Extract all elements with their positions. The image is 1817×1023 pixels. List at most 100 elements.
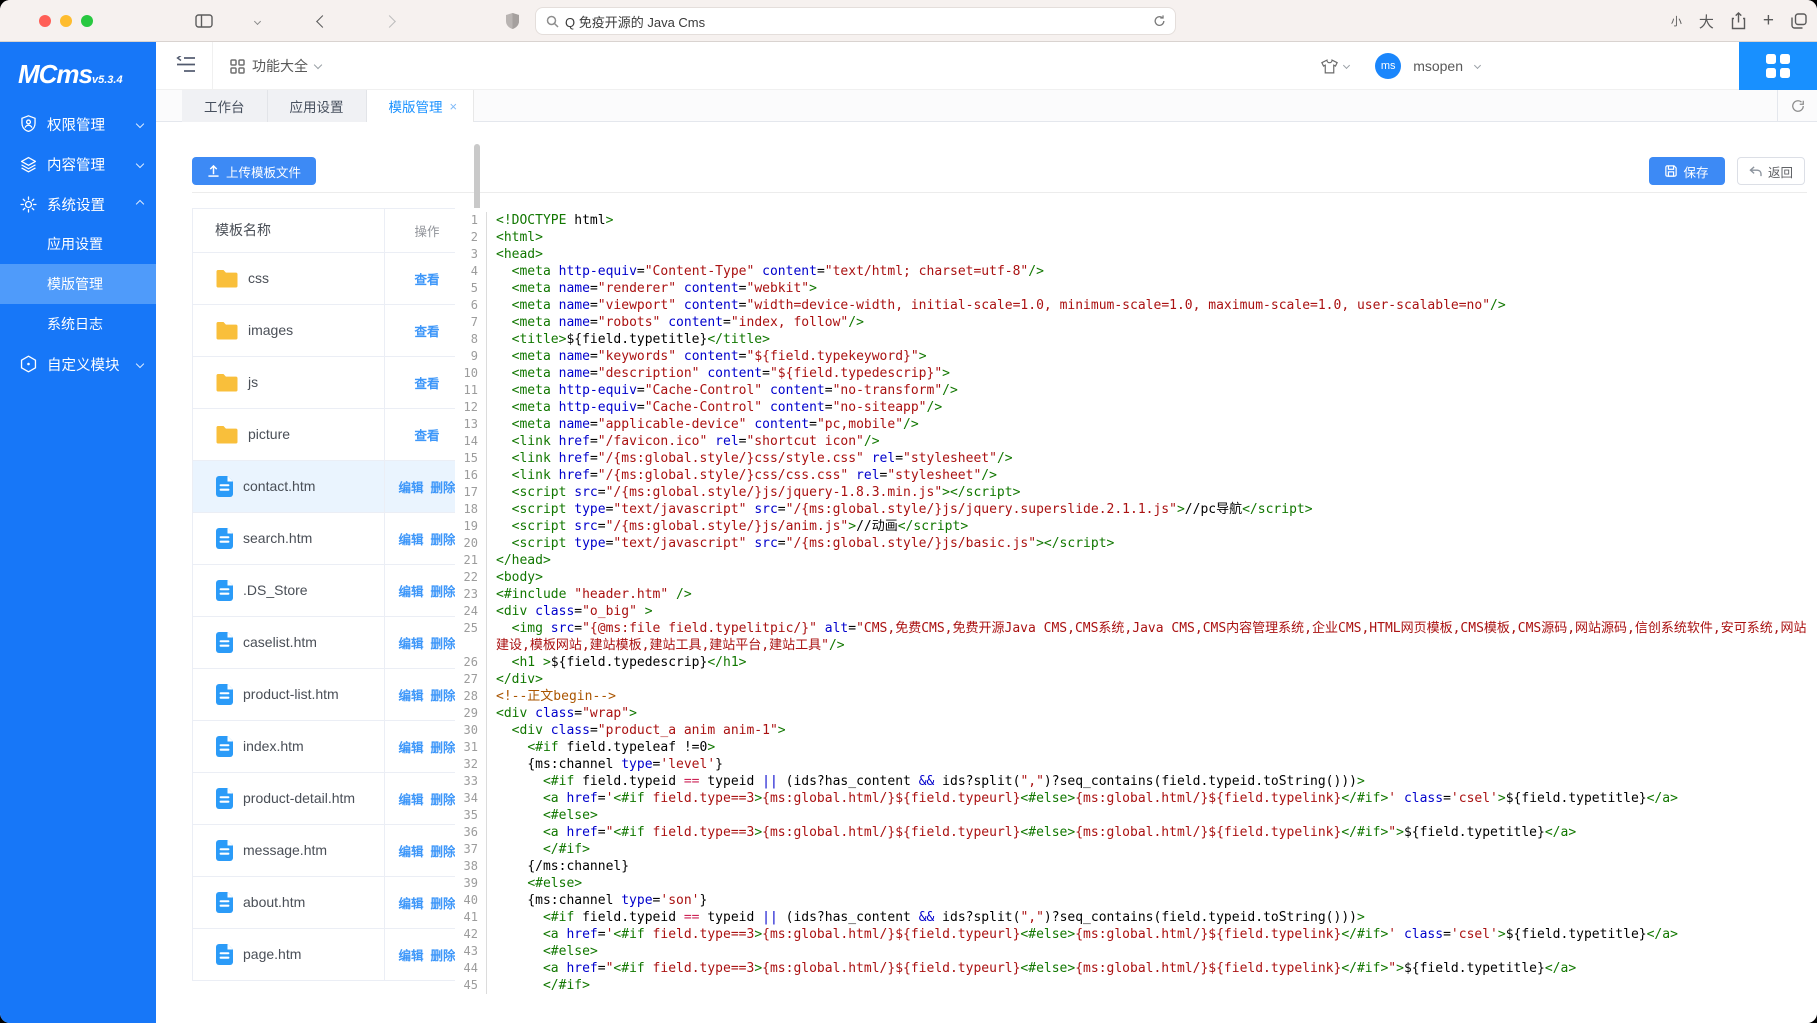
sidebar-item-1[interactable]: 内容管理 [0, 144, 156, 184]
code-text[interactable]: <meta name="viewport" content="width=dev… [487, 297, 1817, 314]
tab-overview-icon[interactable] [1791, 13, 1807, 29]
back-button[interactable] [318, 0, 327, 42]
code-text[interactable]: <a href="<#if field.type==3>{ms:global.h… [487, 960, 1817, 977]
action-link[interactable]: 查看 [414, 321, 439, 340]
action-link[interactable]: 删除 [431, 633, 456, 652]
code-text[interactable]: <meta name="renderer" content="webkit"> [487, 280, 1817, 297]
code-text[interactable]: <a href="<#if field.type==3>{ms:global.h… [487, 824, 1817, 841]
code-text[interactable]: {ms:channel type='level'} [487, 756, 1817, 773]
tab-group-chevron-icon[interactable] [255, 0, 260, 42]
code-text[interactable]: {ms:channel type='son'} [487, 892, 1817, 909]
code-text[interactable]: <meta name="description" content="${fiel… [487, 365, 1817, 382]
sidebar-subitem-3[interactable]: 应用设置 [0, 224, 156, 264]
code-text[interactable]: <#else> [487, 875, 1817, 892]
code-text[interactable]: <script src="/{ms:global.style/}js/jquer… [487, 484, 1817, 501]
sidebar-subitem-4[interactable]: 模版管理 [0, 264, 156, 304]
refresh-tab-icon[interactable] [1777, 90, 1817, 122]
table-row-.DS_Store[interactable]: .DS_Store编辑删除 [193, 565, 469, 617]
code-text[interactable]: <head> [487, 246, 1817, 263]
action-link[interactable]: 查看 [414, 373, 439, 392]
code-text[interactable]: <title>${field.typetitle}</title> [487, 331, 1817, 348]
table-row-js[interactable]: js查看 [193, 357, 469, 409]
action-link[interactable]: 删除 [431, 685, 456, 704]
table-row-product-detail.htm[interactable]: product-detail.htm编辑删除 [193, 773, 469, 825]
tab-0[interactable]: 工作台 [182, 90, 268, 122]
tab-1[interactable]: 应用设置 [268, 90, 367, 122]
table-row-images[interactable]: images查看 [193, 305, 469, 357]
code-text[interactable]: <div class="wrap"> [487, 705, 1817, 722]
code-text[interactable]: </head> [487, 552, 1817, 569]
action-link[interactable]: 编辑 [398, 581, 423, 600]
code-text[interactable]: <#if field.typeleaf !=0> [487, 739, 1817, 756]
tab-2[interactable]: 模版管理× [367, 90, 475, 122]
code-text[interactable]: <script type="text/javascript" src="/{ms… [487, 501, 1817, 518]
close-tab-icon[interactable]: × [450, 100, 458, 113]
action-link[interactable]: 编辑 [398, 841, 423, 860]
code-text[interactable]: <meta name="applicable-device" content="… [487, 416, 1817, 433]
username-label[interactable]: msopen [1413, 58, 1463, 74]
code-text[interactable]: <#include "header.htm" /> [487, 586, 1817, 603]
upload-template-button[interactable]: 上传模板文件 [192, 157, 316, 185]
code-text[interactable]: <link href="/{ms:global.style/}css/css.c… [487, 467, 1817, 484]
code-text[interactable]: <link href="/{ms:global.style/}css/style… [487, 450, 1817, 467]
new-tab-icon[interactable]: + [1763, 10, 1774, 32]
code-text[interactable]: <div class="product_a anim anim-1"> [487, 722, 1817, 739]
code-text[interactable]: <img src="{@ms:file field.typelitpic/}" … [487, 620, 1817, 654]
action-link[interactable]: 删除 [431, 841, 456, 860]
table-row-css[interactable]: css查看 [193, 253, 469, 305]
code-text[interactable]: <a href='<#if field.type==3>{ms:global.h… [487, 926, 1817, 943]
theme-switcher-button[interactable] [1321, 59, 1349, 74]
code-text[interactable]: <#if field.typeid == typeid || (ids?has_… [487, 773, 1817, 790]
code-text[interactable]: </#if> [487, 977, 1817, 994]
address-bar[interactable]: Q 免疫开源的 Java Cms [535, 7, 1176, 35]
code-text[interactable]: <script src="/{ms:global.style/}js/anim.… [487, 518, 1817, 535]
action-link[interactable]: 查看 [414, 425, 439, 444]
code-text[interactable]: <meta http-equiv="Cache-Control" content… [487, 399, 1817, 416]
code-editor[interactable]: 1<!DOCTYPE html>2<html>3<head>4 <meta ht… [455, 208, 1817, 1002]
action-link[interactable]: 删除 [431, 737, 456, 756]
table-row-contact.htm[interactable]: contact.htm编辑删除 [193, 461, 469, 513]
forward-button[interactable] [385, 0, 394, 42]
code-text[interactable]: <html> [487, 229, 1817, 246]
action-link[interactable]: 删除 [431, 945, 456, 964]
table-row-search.htm[interactable]: search.htm编辑删除 [193, 513, 469, 565]
code-text[interactable]: <meta name="robots" content="index, foll… [487, 314, 1817, 331]
code-text[interactable]: <body> [487, 569, 1817, 586]
text-larger-button[interactable]: 大 [1699, 11, 1714, 32]
code-text[interactable]: <meta http-equiv="Cache-Control" content… [487, 382, 1817, 399]
code-text[interactable]: <meta http-equiv="Content-Type" content=… [487, 263, 1817, 280]
table-row-message.htm[interactable]: message.htm编辑删除 [193, 825, 469, 877]
action-link[interactable]: 删除 [431, 581, 456, 600]
sidebar-toggle-icon[interactable] [195, 0, 213, 42]
action-link[interactable]: 删除 [431, 529, 456, 548]
avatar[interactable]: ms [1375, 53, 1401, 79]
action-link[interactable]: 删除 [431, 477, 456, 496]
table-row-product-list.htm[interactable]: product-list.htm编辑删除 [193, 669, 469, 721]
code-text[interactable]: </div> [487, 671, 1817, 688]
code-text[interactable]: <script type="text/javascript" src="/{ms… [487, 535, 1817, 552]
action-link[interactable]: 编辑 [398, 893, 423, 912]
action-link[interactable]: 查看 [414, 269, 439, 288]
sidebar-item-6[interactable]: 自定义模块 [0, 344, 156, 384]
action-link[interactable]: 编辑 [398, 477, 423, 496]
table-row-about.htm[interactable]: about.htm编辑删除 [193, 877, 469, 929]
text-smaller-button[interactable]: 小 [1671, 13, 1682, 29]
action-link[interactable]: 编辑 [398, 789, 423, 808]
action-link[interactable]: 删除 [431, 893, 456, 912]
close-window-button[interactable] [39, 15, 51, 27]
code-text[interactable]: </#if> [487, 841, 1817, 858]
collapse-sidebar-icon[interactable] [176, 56, 195, 73]
sidebar-subitem-5[interactable]: 系统日志 [0, 304, 156, 344]
code-text[interactable]: <a href='<#if field.type==3>{ms:global.h… [487, 790, 1817, 807]
code-text[interactable]: <div class="o_big" > [487, 603, 1817, 620]
sidebar-item-0[interactable]: 权限管理 [0, 104, 156, 144]
reload-icon[interactable] [1153, 14, 1166, 28]
privacy-shield-icon[interactable] [505, 0, 520, 42]
back-button-page[interactable]: 返回 [1737, 157, 1805, 185]
share-icon[interactable] [1731, 12, 1746, 30]
action-link[interactable]: 编辑 [398, 685, 423, 704]
function-menu-button[interactable]: 功能大全 [230, 42, 321, 90]
table-row-page.htm[interactable]: page.htm编辑删除 [193, 929, 469, 981]
code-text[interactable]: <link href="/favicon.ico" rel="shortcut … [487, 433, 1817, 450]
code-text[interactable]: <h1 >${field.typedescrip}</h1> [487, 654, 1817, 671]
